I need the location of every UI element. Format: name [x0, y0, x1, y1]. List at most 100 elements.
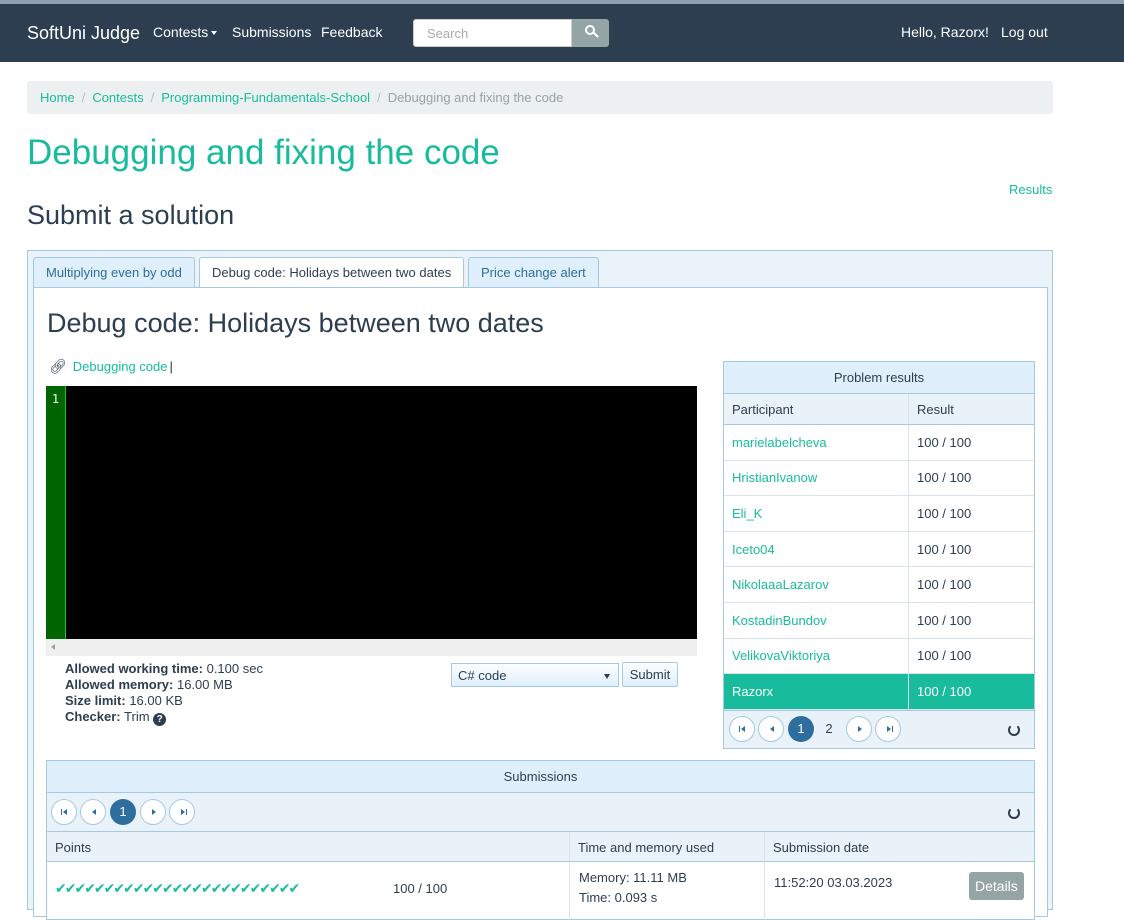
breadcrumb-separator: /: [81, 90, 86, 105]
participant-score: 100 / 100: [909, 425, 1034, 461]
submission-date: 11:52:20 03.03.2023: [774, 875, 893, 890]
page-title: Debugging and fixing the code: [27, 133, 500, 172]
question-icon[interactable]: ?: [153, 713, 167, 726]
participant-link[interactable]: Iceto04: [724, 531, 909, 568]
participant-score: 100 / 100: [909, 674, 1034, 710]
participant-score: 100 / 100: [909, 603, 1034, 639]
points-cell: ✔✔✔✔✔✔✔✔✔✔✔✔✔✔✔✔✔✔✔✔✔✔✔✔✔ 100 / 100: [47, 862, 570, 920]
logout-link[interactable]: Log out: [1001, 24, 1048, 40]
resource-link[interactable]: Debugging code: [73, 359, 168, 374]
user-greeting[interactable]: Hello, Razorx!: [901, 24, 989, 40]
language-selected: C# code: [458, 668, 507, 683]
search-button[interactable]: [572, 19, 609, 47]
next-page-icon[interactable]: [846, 716, 872, 742]
date-cell: 11:52:20 03.03.2023 Details: [765, 862, 1034, 920]
first-page-icon[interactable]: [729, 716, 755, 742]
submissions-page-1-button[interactable]: 1: [110, 799, 136, 825]
breadcrumb-separator: /: [377, 90, 381, 105]
submission-date-column-header[interactable]: Submission date: [765, 832, 1034, 862]
participant-link[interactable]: Razorx: [724, 674, 909, 710]
language-select[interactable]: C# code: [451, 663, 619, 687]
divider: |: [169, 359, 173, 374]
problem-limits: Allowed working time: 0.100 sec Allowed …: [65, 661, 263, 726]
time-memory-column-header[interactable]: Time and memory used: [570, 832, 765, 862]
scroll-left-icon[interactable]: [51, 644, 55, 650]
size-limit-label: Size limit:: [65, 693, 126, 708]
next-page-icon[interactable]: [140, 799, 166, 825]
participant-score: 100 / 100: [909, 461, 1034, 497]
checker-value: Trim: [124, 709, 150, 724]
problem-results-header: Problem results: [724, 362, 1034, 394]
tab-multiplying-even-by-odd[interactable]: Multiplying even by odd: [33, 257, 195, 287]
memory-limit-value: 16.00 MB: [176, 677, 233, 692]
nav-contests-label: Contests: [153, 24, 209, 40]
first-page-icon[interactable]: [51, 799, 77, 825]
participant-link[interactable]: KostadinBundov: [724, 603, 909, 639]
problems-tab-panel: Multiplying even by odd Debug code: Holi…: [27, 250, 1053, 920]
last-page-icon[interactable]: [169, 799, 195, 825]
test-checkmarks: ✔✔✔✔✔✔✔✔✔✔✔✔✔✔✔✔✔✔✔✔✔✔✔✔✔: [55, 880, 300, 896]
refresh-icon[interactable]: [1008, 807, 1020, 819]
prev-page-icon[interactable]: [80, 799, 106, 825]
participant-score: 100 / 100: [909, 532, 1034, 568]
nav-feedback[interactable]: Feedback: [321, 24, 382, 40]
participant-link[interactable]: HristianIvanow: [724, 460, 909, 497]
time-limit-label: Allowed working time:: [65, 661, 203, 676]
code-editor[interactable]: 1: [46, 386, 697, 639]
participant-score: 100 / 100: [909, 496, 1034, 532]
refresh-icon[interactable]: [1008, 724, 1020, 736]
participant-link[interactable]: VelikovaViktoriya: [724, 638, 909, 675]
last-page-icon[interactable]: [875, 716, 901, 742]
resource-link-row: 🔗︎ Debugging code |: [49, 358, 173, 375]
breadcrumb-current: Debugging and fixing the code: [387, 90, 564, 105]
points-column-header[interactable]: Points: [47, 832, 570, 862]
submissions-grid: Submissions 1 Points Time and memory use…: [46, 760, 1035, 920]
time-limit-value: 0.100 sec: [206, 661, 263, 676]
breadcrumb-home[interactable]: Home: [40, 90, 75, 105]
page-2-button[interactable]: 2: [816, 716, 842, 742]
details-button[interactable]: Details: [969, 872, 1024, 900]
page-1-button[interactable]: 1: [788, 716, 814, 742]
breadcrumb-contests[interactable]: Contests: [92, 90, 143, 105]
search-icon-handle: [593, 32, 599, 38]
participant-score: 100 / 100: [909, 567, 1034, 603]
participant-score: 100 / 100: [909, 639, 1034, 675]
breadcrumb: Home / Contests / Programming-Fundamentals-S…: [27, 81, 1053, 114]
top-navbar: SoftUni Judge Contests Submissions Feedb…: [0, 0, 1124, 62]
editor-horizontal-scrollbar[interactable]: [46, 639, 697, 656]
time-memory-cell: Memory: 11.11 MB Time: 0.093 s: [570, 862, 765, 920]
chevron-down-icon: [604, 674, 610, 679]
participant-link[interactable]: marielabelcheva: [724, 425, 909, 461]
nav-contests-dropdown[interactable]: Contests: [153, 24, 218, 40]
size-limit-value: 16.00 KB: [129, 693, 183, 708]
submit-solution-heading: Submit a solution: [27, 200, 235, 230]
results-link[interactable]: Results: [1009, 182, 1052, 197]
problem-results-grid: Problem results Participant Result marie…: [723, 361, 1035, 749]
brand-link[interactable]: SoftUni Judge: [27, 23, 140, 44]
tab-holidays-between-two-dates[interactable]: Debug code: Holidays between two dates: [199, 257, 465, 288]
line-number-gutter: 1: [46, 386, 66, 639]
time-used: Time: 0.093 s: [579, 890, 658, 905]
nav-submissions[interactable]: Submissions: [232, 24, 311, 40]
checker-label: Checker:: [65, 709, 121, 724]
memory-used: Memory: 11.11 MB: [579, 870, 687, 885]
results-pager: 1 2: [724, 710, 1034, 748]
tab-price-change-alert[interactable]: Price change alert: [468, 257, 599, 287]
submission-points: 100 / 100: [393, 881, 448, 896]
tab-content: Debug code: Holidays between two dates 🔗…: [33, 287, 1048, 920]
problem-title: Debug code: Holidays between two dates: [47, 308, 544, 338]
submission-row: ✔✔✔✔✔✔✔✔✔✔✔✔✔✔✔✔✔✔✔✔✔✔✔✔✔ 100 / 100 Memo…: [47, 862, 1034, 920]
participant-link[interactable]: Eli_K: [724, 496, 909, 532]
breadcrumb-contest[interactable]: Programming-Fundamentals-School: [161, 90, 370, 105]
caret-down-icon: [211, 31, 218, 36]
participant-column-header[interactable]: Participant: [724, 394, 909, 425]
submit-button[interactable]: Submit: [622, 662, 678, 687]
link-icon: 🔗︎: [49, 358, 67, 374]
submissions-header: Submissions: [47, 761, 1034, 793]
result-column-header[interactable]: Result: [909, 394, 1034, 425]
prev-page-icon[interactable]: [758, 716, 784, 742]
search-input[interactable]: [413, 19, 572, 47]
memory-limit-label: Allowed memory:: [65, 677, 174, 692]
submissions-pager: 1: [47, 793, 1034, 832]
participant-link[interactable]: NikolaaaLazarov: [724, 567, 909, 603]
